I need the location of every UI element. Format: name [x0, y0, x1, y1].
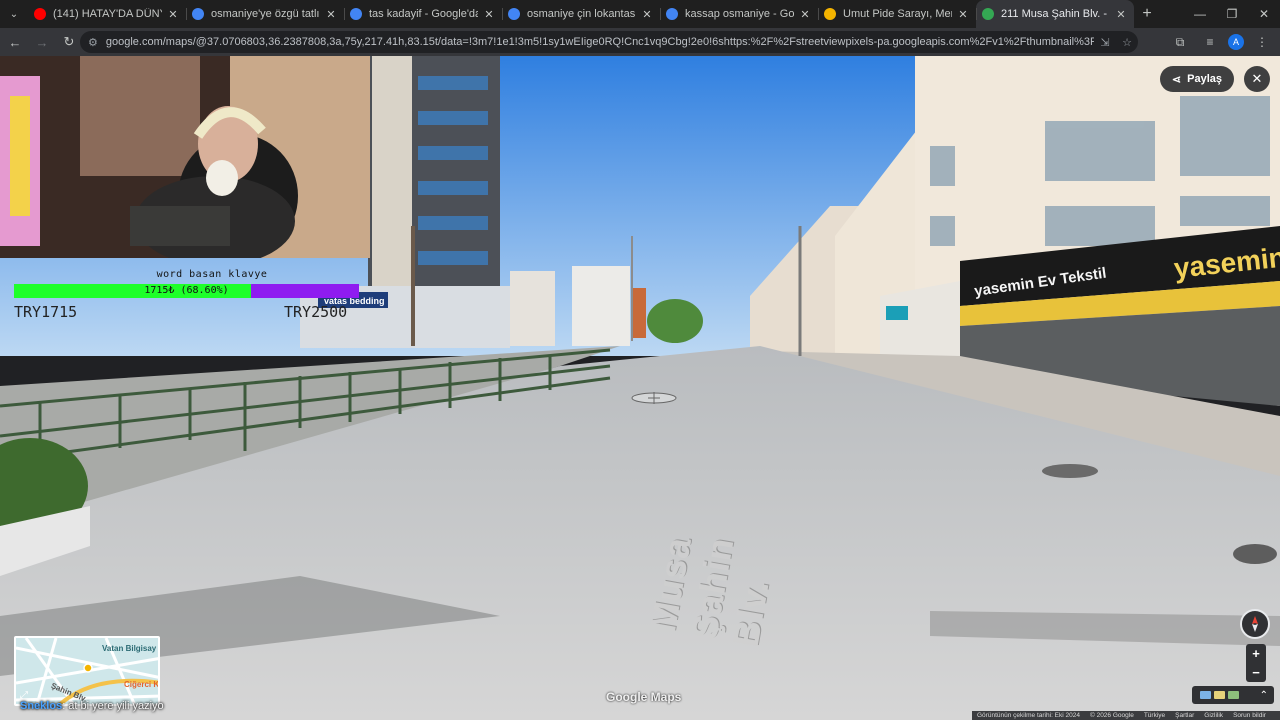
chevron-up-icon[interactable]: ⌃: [1260, 690, 1268, 701]
new-tab-button[interactable]: +: [1134, 0, 1160, 28]
zoom-control: + −: [1246, 644, 1266, 682]
zoom-out-button[interactable]: −: [1252, 665, 1260, 680]
toolbar-right: ⧉ ≡ A ⋮: [1168, 31, 1274, 53]
google-maps-watermark: Google Maps: [606, 690, 682, 704]
chevron-down-icon: ⌄: [9, 8, 19, 20]
tab-title: (141) HATAY'DA DÜNYALARI YE: [53, 8, 162, 20]
browser-tab[interactable]: osmaniye'ye özgü tatlı - Google ✕: [186, 0, 344, 28]
more-menu-icon[interactable]: ⋮: [1250, 31, 1274, 53]
back-button[interactable]: ←: [3, 30, 27, 54]
tab-title: tas kadayif - Google'da Ara: [369, 8, 478, 20]
forward-button[interactable]: →: [30, 30, 54, 54]
chat-ticker: Sneklos: at bi yere yili yaziyo: [20, 700, 164, 712]
browser-tab[interactable]: (141) HATAY'DA DÜNYALARI YE ✕: [28, 0, 186, 28]
google-icon: [508, 8, 520, 20]
maps-footer: Görüntünün çekilme tarihi: Eki 2024 © 20…: [972, 711, 1280, 720]
webcam-overlay: [0, 56, 370, 258]
tab-close-icon[interactable]: ✕: [1114, 8, 1128, 21]
country-link[interactable]: Türkiye: [1144, 712, 1165, 719]
restaurant-icon: [824, 8, 836, 20]
bookmark-star-icon[interactable]: ☆: [1116, 36, 1138, 49]
terms-link[interactable]: Şartlar: [1175, 712, 1194, 719]
profile-avatar[interactable]: A: [1228, 34, 1244, 50]
share-icon: ⋖: [1171, 73, 1182, 86]
url-text: google.com/maps/@37.0706803,36.2387808,3…: [105, 36, 1094, 48]
tab-close-icon[interactable]: ✕: [166, 8, 180, 21]
browser-tab[interactable]: Umut Pide Sarayı, Merkez (Yedi ✕: [818, 0, 976, 28]
browser-toolbar: ← → ↻ ⚙ google.com/maps/@37.0706803,36.2…: [0, 28, 1280, 56]
maximize-button[interactable]: ❐: [1216, 0, 1248, 28]
install-app-icon[interactable]: ⇲: [1094, 36, 1116, 49]
media-controls-icon[interactable]: ≡: [1198, 31, 1222, 53]
plus-icon: +: [1142, 5, 1152, 22]
window-controls: — ❐ ✕: [1184, 0, 1280, 28]
layers-bar[interactable]: ⌃: [1192, 686, 1274, 704]
tab-close-icon[interactable]: ✕: [956, 8, 970, 21]
reload-button[interactable]: ↻: [57, 30, 81, 54]
tab-title: 211 Musa Şahin Blv. - Google M: [1001, 8, 1110, 20]
tab-close-icon[interactable]: ✕: [482, 8, 496, 21]
youtube-icon: [34, 8, 46, 20]
donation-goal-title: word basan klavye: [156, 269, 268, 280]
tab-title: kassap osmaniye - Google'da A: [685, 8, 794, 20]
app-root: ⌄ (141) HATAY'DA DÜNYALARI YE✕osmaniye'y…: [0, 0, 1280, 720]
zoom-in-button[interactable]: +: [1252, 646, 1260, 661]
donation-current-amount: TRY1715: [14, 303, 78, 321]
tab-title: Umut Pide Sarayı, Merkez (Yedi: [843, 8, 952, 20]
map-thumb-icon[interactable]: [1214, 691, 1225, 699]
browser-tab[interactable]: tas kadayif - Google'da Ara ✕: [344, 0, 502, 28]
mini-map[interactable]: Vatan Bilgisay Ciğerci Keb Şahin Blv. ⤢: [14, 636, 160, 706]
report-link[interactable]: Sorun bildir: [1233, 712, 1266, 719]
google-icon: [666, 8, 678, 20]
browser-tab[interactable]: kassap osmaniye - Google'da A ✕: [660, 0, 818, 28]
extensions-icon[interactable]: ⧉: [1168, 31, 1192, 53]
share-label: Paylaş: [1187, 73, 1222, 85]
arrow-left-icon: ←: [8, 34, 22, 50]
address-bar[interactable]: ⚙ google.com/maps/@37.0706803,36.2387808…: [80, 31, 1138, 53]
tab-close-icon[interactable]: ✕: [640, 8, 654, 21]
minimap-label-vatan: Vatan Bilgisay: [102, 644, 157, 653]
minimize-button[interactable]: —: [1184, 0, 1216, 28]
google-icon: [350, 8, 362, 20]
webcam-feed: [0, 56, 370, 258]
satellite-thumb-icon[interactable]: [1200, 691, 1211, 699]
share-button[interactable]: ⋖ Paylaş: [1159, 66, 1234, 92]
copyright: © 2026 Google: [1089, 712, 1134, 719]
tab-search-button[interactable]: ⌄: [0, 0, 28, 28]
maps-icon: [982, 8, 994, 20]
donation-goal-bar: 1715₺ (68.60%): [14, 284, 359, 298]
tab-title: osmaniye çin lokantası - Googl: [527, 8, 636, 20]
donation-goal-text: 1715₺ (68.60%): [144, 285, 229, 296]
capture-date: Görüntünün çekilme tarihi: Eki 2024: [977, 712, 1080, 719]
reload-icon: ↻: [63, 34, 75, 49]
browser-tab[interactable]: osmaniye çin lokantası - Googl ✕: [502, 0, 660, 28]
site-info-icon[interactable]: ⚙: [88, 36, 98, 49]
compass-icon: [1252, 616, 1258, 632]
window-close-button[interactable]: ✕: [1248, 0, 1280, 28]
privacy-link[interactable]: Gizlilik: [1204, 712, 1223, 719]
tab-strip: ⌄ (141) HATAY'DA DÜNYALARI YE✕osmaniye'y…: [0, 0, 1280, 28]
tab-close-icon[interactable]: ✕: [798, 8, 812, 21]
browser-tab[interactable]: 211 Musa Şahin Blv. - Google M ✕: [976, 0, 1134, 28]
chat-username: Sneklos: [20, 700, 63, 712]
tab-title: osmaniye'ye özgü tatlı - Google: [211, 8, 320, 20]
chat-message: : at bi yere yili yaziyo: [62, 700, 164, 712]
google-icon: [192, 8, 204, 20]
minimap-label-cigerci: Ciğerci Keb: [124, 680, 160, 689]
donation-target-amount: TRY2500: [284, 303, 348, 321]
compass-button[interactable]: [1240, 609, 1270, 639]
arrow-right-icon: →: [35, 34, 49, 50]
close-streetview-button[interactable]: ✕: [1244, 66, 1270, 92]
close-icon: ✕: [1251, 71, 1263, 86]
tab-list: (141) HATAY'DA DÜNYALARI YE✕osmaniye'ye …: [28, 0, 1134, 28]
terrain-thumb-icon[interactable]: [1228, 691, 1239, 699]
tab-close-icon[interactable]: ✕: [324, 8, 338, 21]
